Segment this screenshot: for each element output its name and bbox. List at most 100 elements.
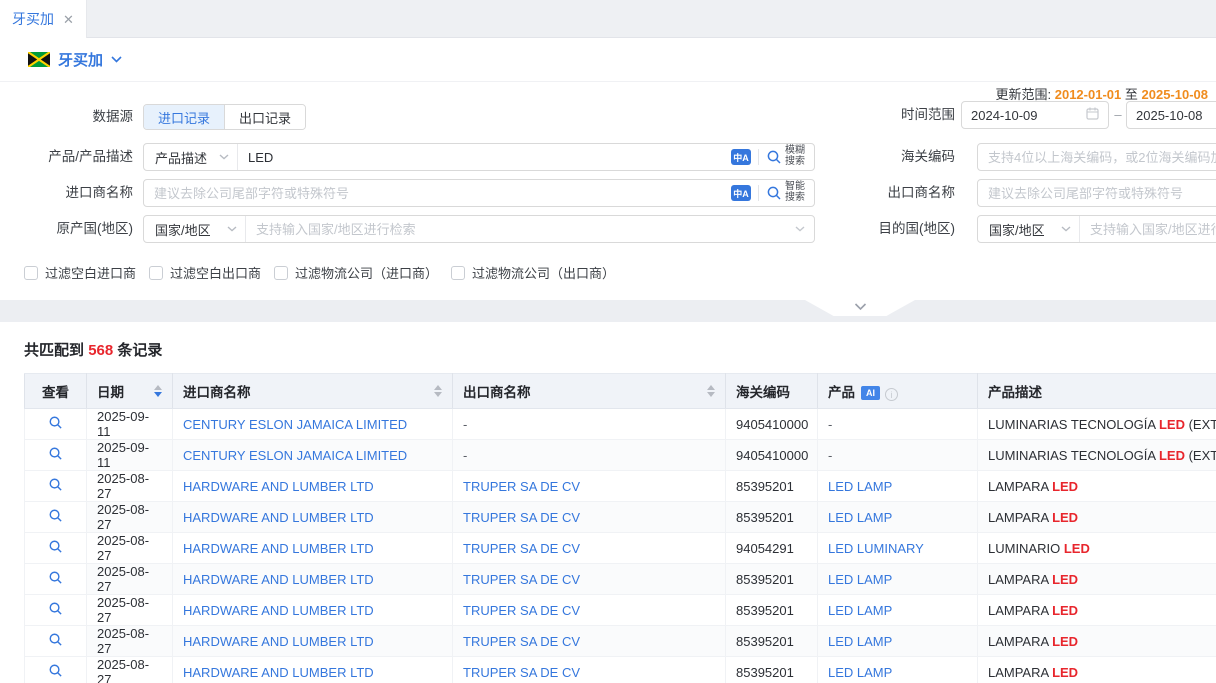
- smart-search-button[interactable]: 智能搜索: [766, 182, 805, 204]
- exporter-link[interactable]: TRUPER SA DE CV: [463, 541, 580, 556]
- product-link[interactable]: LED LAMP: [828, 603, 892, 618]
- view-cell[interactable]: [25, 564, 87, 595]
- importer-search-group: 中A 智能搜索: [143, 179, 815, 207]
- chevron-down-icon: [854, 303, 867, 311]
- filter-blank-exporter-checkbox[interactable]: 过滤空白出口商: [149, 263, 261, 282]
- column-header-exporter: 出口商名称: [453, 374, 726, 409]
- checkbox-icon: [451, 266, 465, 280]
- product-link[interactable]: LED LAMP: [828, 572, 892, 587]
- table-row: 2025-08-27 HARDWARE AND LUMBER LTD TRUPE…: [25, 657, 1216, 683]
- import-records-button[interactable]: 进口记录: [144, 105, 224, 129]
- hs-code-cell: 9405410000: [726, 409, 818, 440]
- view-cell[interactable]: [25, 440, 87, 471]
- highlighted-keyword: LED: [1159, 448, 1185, 463]
- sort-importer[interactable]: [434, 385, 442, 397]
- importer-link[interactable]: HARDWARE AND LUMBER LTD: [183, 572, 374, 587]
- data-source-label: 数据源: [0, 103, 133, 131]
- product-cell: LED LAMP: [818, 471, 978, 502]
- sort-exporter[interactable]: [707, 385, 715, 397]
- exporter-link[interactable]: TRUPER SA DE CV: [463, 603, 580, 618]
- panel-gap: [0, 300, 1216, 322]
- view-cell[interactable]: [25, 626, 87, 657]
- tab-jamaica[interactable]: 牙买加 ✕: [0, 0, 87, 38]
- view-cell[interactable]: [25, 409, 87, 440]
- product-link[interactable]: LED LAMP: [828, 479, 892, 494]
- product-input[interactable]: [238, 144, 731, 170]
- column-header-view: 查看: [25, 374, 87, 409]
- highlighted-keyword: LED: [1052, 510, 1078, 525]
- importer-link[interactable]: CENTURY ESLON JAMAICA LIMITED: [183, 448, 407, 463]
- filter-logistics-importer-checkbox[interactable]: 过滤物流公司（进口商）: [274, 263, 438, 282]
- exporter-link[interactable]: TRUPER SA DE CV: [463, 665, 580, 680]
- exporter-link[interactable]: TRUPER SA DE CV: [463, 634, 580, 649]
- date-cell: 2025-09-11: [87, 409, 173, 440]
- product-type-select[interactable]: 产品描述: [144, 144, 238, 170]
- product-cell: LED LAMP: [818, 626, 978, 657]
- destination-country-input[interactable]: [1080, 216, 1216, 242]
- exporter-link[interactable]: TRUPER SA DE CV: [463, 479, 580, 494]
- filter-logistics-exporter-checkbox[interactable]: 过滤物流公司（出口商）: [451, 263, 615, 282]
- product-link[interactable]: LED LAMP: [828, 634, 892, 649]
- info-icon[interactable]: i: [885, 388, 898, 401]
- importer-link[interactable]: CENTURY ESLON JAMAICA LIMITED: [183, 417, 407, 432]
- view-cell[interactable]: [25, 471, 87, 502]
- product-link: -: [828, 417, 832, 432]
- product-link: -: [828, 448, 832, 463]
- hs-code-cell: 94054291: [726, 533, 818, 564]
- exporter-cell: TRUPER SA DE CV: [453, 533, 726, 564]
- app-window: 牙买加 ✕ 牙买加 更新范围: 2012-01-01 至 2025-10-08: [0, 0, 1216, 683]
- exporter-link[interactable]: TRUPER SA DE CV: [463, 572, 580, 587]
- importer-link[interactable]: HARDWARE AND LUMBER LTD: [183, 665, 374, 680]
- importer-link[interactable]: HARDWARE AND LUMBER LTD: [183, 634, 374, 649]
- exporter-cell: -: [453, 409, 726, 440]
- exporter-input[interactable]: [977, 179, 1216, 207]
- collapse-panel-button[interactable]: [805, 300, 915, 316]
- view-cell[interactable]: [25, 595, 87, 626]
- importer-link[interactable]: HARDWARE AND LUMBER LTD: [183, 479, 374, 494]
- view-cell[interactable]: [25, 502, 87, 533]
- chevron-down-icon: [1061, 226, 1071, 232]
- fuzzy-search-button[interactable]: 模糊搜索: [766, 146, 805, 168]
- importer-link[interactable]: HARDWARE AND LUMBER LTD: [183, 541, 374, 556]
- product-link[interactable]: LED LAMP: [828, 510, 892, 525]
- hs-code-input[interactable]: [977, 143, 1216, 171]
- view-cell[interactable]: [25, 657, 87, 683]
- date-end-input[interactable]: 2025-10-08: [1126, 101, 1216, 129]
- filter-blank-importer-checkbox[interactable]: 过滤空白进口商: [24, 263, 136, 282]
- sort-date[interactable]: [154, 385, 162, 397]
- product-link[interactable]: LED LUMINARY: [828, 541, 924, 556]
- destination-country-label: 目的国(地区): [820, 215, 955, 243]
- highlighted-keyword: LED: [1052, 479, 1078, 494]
- exporter-link: -: [463, 448, 467, 463]
- column-header-date: 日期: [87, 374, 173, 409]
- description-cell: LUMINARIO LED: [978, 533, 1216, 564]
- importer-label: 进口商名称: [0, 179, 133, 207]
- view-cell[interactable]: [25, 533, 87, 564]
- chevron-down-icon[interactable]: [111, 56, 122, 63]
- table-row: 2025-08-27 HARDWARE AND LUMBER LTD TRUPE…: [25, 626, 1216, 657]
- search-icon: [766, 185, 782, 201]
- close-icon[interactable]: ✕: [63, 13, 74, 26]
- product-cell: LED LUMINARY: [818, 533, 978, 564]
- search-icon: [766, 149, 782, 165]
- date-start-input[interactable]: 2024-10-09: [961, 101, 1109, 129]
- date-cell: 2025-08-27: [87, 533, 173, 564]
- importer-cell: HARDWARE AND LUMBER LTD: [173, 626, 453, 657]
- product-link[interactable]: LED LAMP: [828, 665, 892, 680]
- origin-country-input[interactable]: [246, 216, 795, 242]
- highlighted-keyword: LED: [1159, 417, 1185, 432]
- importer-link[interactable]: HARDWARE AND LUMBER LTD: [183, 603, 374, 618]
- importer-link[interactable]: HARDWARE AND LUMBER LTD: [183, 510, 374, 525]
- origin-country-select[interactable]: 国家/地区: [144, 216, 246, 242]
- description-cell: LAMPARA LED: [978, 471, 1216, 502]
- table-row: 2025-08-27 HARDWARE AND LUMBER LTD TRUPE…: [25, 595, 1216, 626]
- translate-icon[interactable]: 中A: [731, 185, 751, 201]
- destination-country-select[interactable]: 国家/地区: [978, 216, 1080, 242]
- exporter-link[interactable]: TRUPER SA DE CV: [463, 510, 580, 525]
- highlighted-keyword: LED: [1052, 572, 1078, 587]
- export-records-button[interactable]: 出口记录: [224, 105, 305, 129]
- translate-icon[interactable]: 中A: [731, 149, 751, 165]
- importer-input[interactable]: [144, 180, 731, 206]
- update-range-end: 2025-10-08: [1142, 87, 1209, 102]
- view-record-icon: [48, 570, 63, 585]
